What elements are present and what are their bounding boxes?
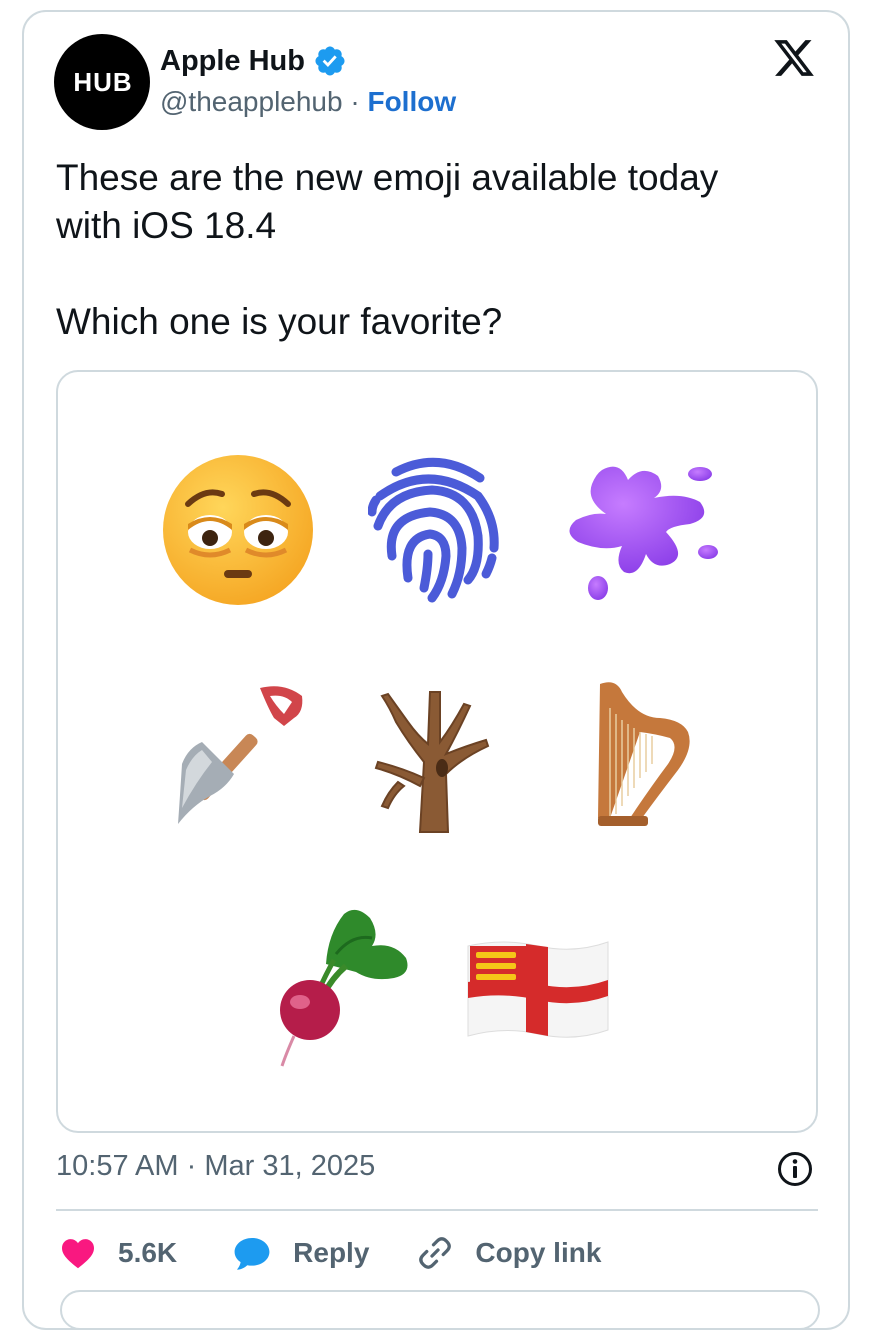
link-icon xyxy=(419,1237,452,1269)
reply-bubble-icon xyxy=(234,1237,270,1270)
follow-button[interactable]: Follow xyxy=(367,86,456,117)
shovel-icon xyxy=(178,686,303,824)
tweet-text: These are the new emoji available today … xyxy=(56,154,816,346)
flag-sark-icon xyxy=(467,941,609,1038)
verified-badge-icon xyxy=(315,46,345,76)
like-count: 5.6K xyxy=(118,1237,178,1268)
fingerprint-icon xyxy=(368,457,499,603)
action-bar: 5.6K Reply Copy link xyxy=(56,1226,601,1280)
splatter-icon xyxy=(569,466,718,600)
like-button[interactable]: 5.6K xyxy=(60,1237,177,1269)
face-with-bags-under-eyes-icon xyxy=(163,455,313,605)
copy-link-button[interactable]: Copy link xyxy=(417,1235,601,1271)
harp-icon xyxy=(598,682,690,826)
handle-separator: · xyxy=(350,86,360,117)
x-logo-icon[interactable] xyxy=(771,36,817,80)
read-replies-button[interactable] xyxy=(60,1290,820,1330)
time-separator: · xyxy=(186,1150,197,1182)
leafless-tree-icon xyxy=(374,691,490,833)
reply-label: Reply xyxy=(293,1237,370,1268)
tweet-date: Mar 31, 2025 xyxy=(204,1150,376,1182)
info-icon[interactable] xyxy=(777,1151,813,1187)
timestamp[interactable]: 10:57 AM · Mar 31, 2025 xyxy=(56,1150,375,1183)
tweet-text-line: These are the new emoji available today xyxy=(56,157,719,198)
copy-link-label: Copy link xyxy=(475,1237,602,1268)
avatar[interactable]: HUB xyxy=(54,34,150,130)
author-handle-row: @theapplehub · Follow xyxy=(160,86,456,118)
root-vegetable-icon xyxy=(280,909,408,1067)
heart-icon xyxy=(62,1239,94,1269)
media-image[interactable] xyxy=(56,370,818,1133)
avatar-text: HUB xyxy=(73,66,133,97)
author-name[interactable]: Apple Hub xyxy=(160,45,305,78)
author-name-row: Apple Hub xyxy=(160,44,347,78)
tweet-time: 10:57 AM xyxy=(56,1150,179,1182)
reply-button[interactable]: Reply xyxy=(233,1235,369,1271)
author-handle[interactable]: @theapplehub xyxy=(160,86,343,117)
tweet-text-line: with iOS 18.4 xyxy=(56,205,277,246)
divider xyxy=(56,1209,818,1211)
tweet-text-line: Which one is your favorite? xyxy=(56,301,503,342)
